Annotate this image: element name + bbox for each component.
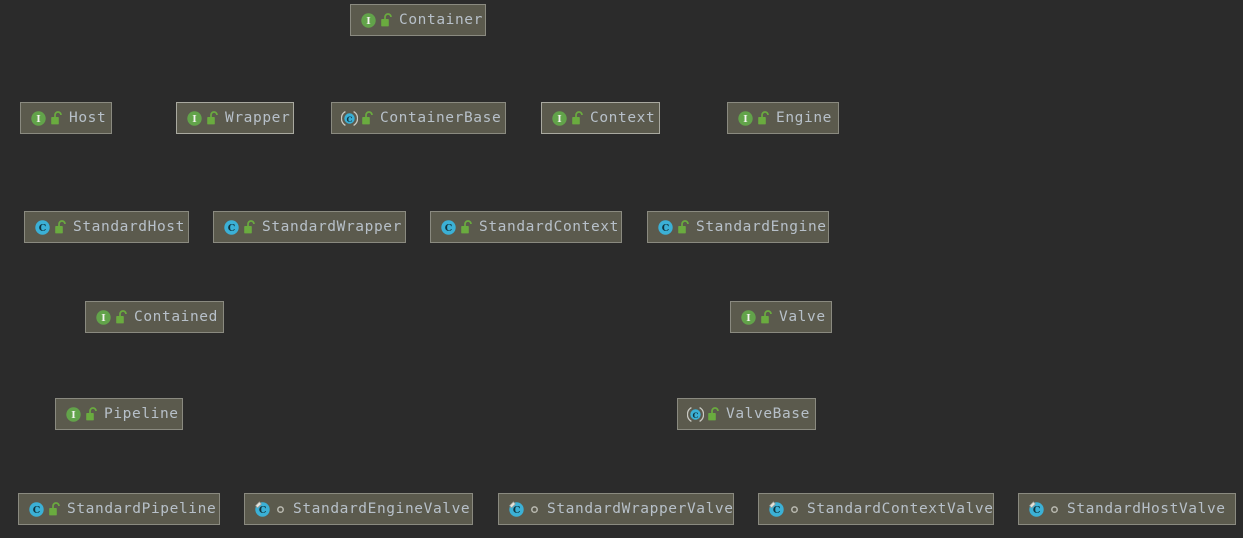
final-class-badge-icon: C — [768, 500, 785, 518]
public-lock-icon — [459, 219, 473, 235]
class-node-label: StandardEngineValve — [293, 500, 471, 517]
class-node-label: StandardHostValve — [1067, 500, 1226, 517]
interface-badge-icon: I — [186, 110, 203, 127]
class-node-standardhost[interactable]: C StandardHost — [24, 211, 189, 243]
svg-text:I: I — [557, 114, 562, 125]
svg-text:C: C — [1033, 505, 1041, 516]
final-class-badge-icon: C — [254, 500, 271, 518]
svg-text:I: I — [746, 313, 751, 324]
class-node-label: Context — [590, 109, 656, 126]
class-node-label: ContainerBase — [380, 109, 502, 126]
package-private-circle-icon — [527, 501, 541, 517]
svg-text:I: I — [192, 114, 197, 125]
class-node-engine[interactable]: I Engine — [727, 102, 839, 134]
package-private-circle-icon — [273, 501, 287, 517]
class-node-label: Engine — [776, 109, 832, 126]
package-private-circle-icon — [787, 501, 801, 517]
class-node-standardwrappervalve[interactable]: C StandardWrapperValve — [498, 493, 734, 525]
svg-text:C: C — [773, 505, 781, 516]
class-node-standardenginevalve[interactable]: C StandardEngineValve — [244, 493, 473, 525]
class-node-wrapper[interactable]: I Wrapper — [176, 102, 294, 134]
class-node-label: Container — [399, 11, 483, 28]
svg-text:C: C — [33, 505, 41, 516]
class-node-label: Wrapper — [225, 109, 291, 126]
abstract-class-badge-icon: C — [341, 110, 358, 127]
svg-text:C: C — [228, 223, 236, 234]
class-node-pipeline[interactable]: I Pipeline — [55, 398, 183, 430]
class-node-label: Pipeline — [104, 405, 179, 422]
class-node-container[interactable]: I Container — [350, 4, 486, 36]
interface-badge-icon: I — [737, 110, 754, 127]
class-node-standardcontext[interactable]: C StandardContext — [430, 211, 622, 243]
class-node-label: StandardHost — [73, 218, 185, 235]
svg-text:I: I — [36, 114, 41, 125]
diagram-edge-layer — [0, 0, 1243, 538]
class-node-standardwrapper[interactable]: C StandardWrapper — [213, 211, 406, 243]
public-lock-icon — [759, 309, 773, 325]
public-lock-icon — [706, 406, 720, 422]
public-lock-icon — [756, 110, 770, 126]
public-lock-icon — [360, 110, 374, 126]
class-node-label: StandardEngine — [696, 218, 827, 235]
class-node-contained[interactable]: I Contained — [85, 301, 224, 333]
svg-text:C: C — [662, 223, 670, 234]
public-lock-icon — [205, 110, 219, 126]
class-badge-icon: C — [440, 219, 457, 236]
public-lock-icon — [49, 110, 63, 126]
svg-text:C: C — [39, 223, 47, 234]
class-node-containerbase[interactable]: C ContainerBase — [331, 102, 506, 134]
svg-text:I: I — [743, 114, 748, 125]
class-node-host[interactable]: I Host — [20, 102, 112, 134]
public-lock-icon — [379, 12, 393, 28]
public-lock-icon — [53, 219, 67, 235]
svg-text:C: C — [513, 505, 521, 516]
final-class-badge-icon: C — [1028, 500, 1045, 518]
interface-badge-icon: I — [551, 110, 568, 127]
package-private-circle-icon — [1047, 501, 1061, 517]
svg-text:I: I — [101, 313, 106, 324]
svg-text:C: C — [346, 114, 352, 123]
interface-badge-icon: I — [30, 110, 47, 127]
class-badge-icon: C — [28, 501, 45, 518]
abstract-class-badge-icon: C — [687, 406, 704, 423]
class-node-label: StandardContext — [479, 218, 619, 235]
class-node-label: StandardWrapper — [262, 218, 402, 235]
svg-text:I: I — [71, 410, 76, 421]
class-node-context[interactable]: I Context — [541, 102, 660, 134]
class-node-label: StandardContextValve — [807, 500, 994, 517]
class-badge-icon: C — [34, 219, 51, 236]
interface-badge-icon: I — [360, 12, 377, 29]
public-lock-icon — [47, 501, 61, 517]
svg-text:I: I — [366, 16, 371, 27]
interface-badge-icon: I — [65, 406, 82, 423]
class-badge-icon: C — [657, 219, 674, 236]
uml-class-diagram-canvas[interactable]: I Container I Host I Wrapper C ContainerBase I Co… — [0, 0, 1243, 538]
final-class-badge-icon: C — [508, 500, 525, 518]
class-node-label: Host — [69, 109, 107, 126]
class-node-label: ValveBase — [726, 405, 810, 422]
class-node-standardhostvalve[interactable]: C StandardHostValve — [1018, 493, 1236, 525]
svg-text:C: C — [259, 505, 267, 516]
class-node-standardcontextvalve[interactable]: C StandardContextValve — [758, 493, 994, 525]
public-lock-icon — [84, 406, 98, 422]
class-node-valve[interactable]: I Valve — [730, 301, 832, 333]
class-node-label: StandardWrapperValve — [547, 500, 734, 517]
class-node-valvebase[interactable]: C ValveBase — [677, 398, 816, 430]
public-lock-icon — [570, 110, 584, 126]
svg-text:C: C — [692, 410, 698, 419]
class-node-standardpipeline[interactable]: C StandardPipeline — [18, 493, 220, 525]
class-node-label: Valve — [779, 308, 826, 325]
public-lock-icon — [114, 309, 128, 325]
public-lock-icon — [676, 219, 690, 235]
class-node-standardengine[interactable]: C StandardEngine — [647, 211, 829, 243]
class-node-label: StandardPipeline — [67, 500, 217, 517]
interface-badge-icon: I — [95, 309, 112, 326]
public-lock-icon — [242, 219, 256, 235]
class-badge-icon: C — [223, 219, 240, 236]
class-node-label: Contained — [134, 308, 218, 325]
svg-text:C: C — [445, 223, 453, 234]
interface-badge-icon: I — [740, 309, 757, 326]
